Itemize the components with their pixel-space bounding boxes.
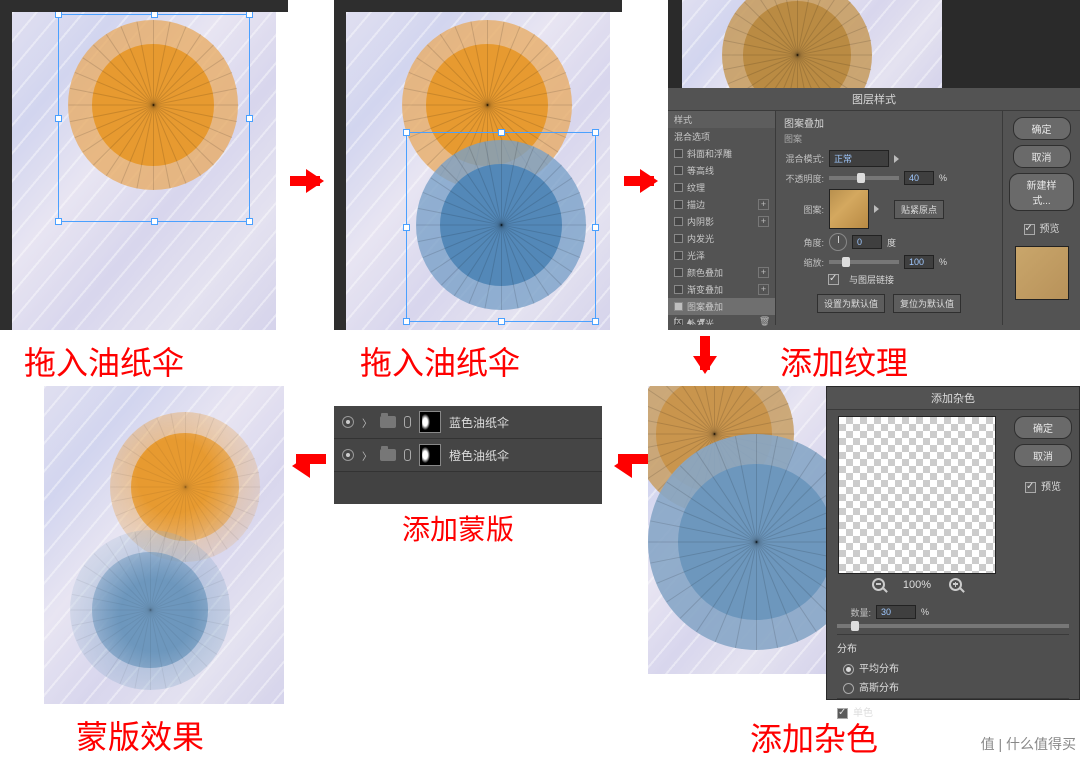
- fx-texture[interactable]: 纹理: [668, 179, 775, 196]
- expand-icon[interactable]: 〉: [362, 415, 372, 430]
- section-sub: 图案: [784, 132, 994, 145]
- dropdown-icon[interactable]: [874, 205, 879, 213]
- arrow-left-icon: [618, 454, 648, 464]
- link-layer-checkbox[interactable]: [828, 274, 839, 285]
- arrow-right-icon: [624, 176, 654, 186]
- fx-icon[interactable]: fx: [674, 316, 681, 325]
- arrow-down-icon: [700, 336, 710, 370]
- selection-box[interactable]: [58, 14, 250, 222]
- preview-checkbox[interactable]: [1024, 224, 1035, 235]
- arrow-up-icon[interactable]: ▲: [685, 316, 694, 325]
- angle-label: 角度:: [784, 236, 824, 249]
- amount-input[interactable]: 30: [876, 605, 916, 619]
- selection-box[interactable]: [406, 132, 596, 322]
- ok-button[interactable]: 确定: [1014, 416, 1072, 439]
- preview-checkbox[interactable]: [1025, 482, 1036, 493]
- canvas-step2[interactable]: [346, 12, 610, 330]
- caption-step4: 蒙版效果: [76, 712, 204, 758]
- fx-satin[interactable]: 光泽: [668, 247, 775, 264]
- folder-icon: [380, 449, 396, 461]
- make-default-button[interactable]: 设置为默认值: [817, 294, 885, 313]
- snap-origin-button[interactable]: 贴紧原点: [894, 200, 944, 219]
- caption-step2: 拖入油纸伞: [360, 338, 520, 384]
- dialog-title: 添加杂色: [827, 387, 1079, 410]
- preview-swatch: [1015, 246, 1069, 300]
- ruler-top: [0, 0, 288, 12]
- trash-icon[interactable]: 🗑: [759, 316, 770, 325]
- fx-inner-shadow[interactable]: 内阴影+: [668, 213, 775, 230]
- link-icon: [404, 449, 411, 461]
- ruler-top: [334, 0, 622, 12]
- angle-input[interactable]: 0: [852, 235, 882, 249]
- arrow-right-icon: [290, 176, 320, 186]
- blend-options[interactable]: 混合选项: [668, 128, 775, 145]
- amount-label: 数量:: [837, 606, 871, 619]
- visibility-icon[interactable]: [342, 449, 354, 461]
- ok-button[interactable]: 确定: [1013, 117, 1071, 140]
- fx-stroke[interactable]: 描边+: [668, 196, 775, 213]
- dropdown-icon[interactable]: [894, 155, 899, 163]
- mask-thumbnail[interactable]: [419, 411, 441, 433]
- fx-pattern-overlay[interactable]: 图案叠加: [668, 298, 775, 315]
- canvas-step1[interactable]: [12, 12, 276, 330]
- caption-step5: 添加蒙版: [402, 508, 514, 548]
- layer-name[interactable]: 橙色油纸伞: [449, 447, 509, 464]
- section-title: 图案叠加: [784, 115, 994, 130]
- canvas-result: [44, 386, 284, 704]
- pattern-label: 图案:: [784, 203, 824, 216]
- fx-color-overlay[interactable]: 颜色叠加+: [668, 264, 775, 281]
- pattern-swatch[interactable]: [829, 189, 869, 229]
- gaussian-radio[interactable]: [843, 683, 854, 694]
- angle-dial[interactable]: [829, 233, 847, 251]
- arrow-down-icon[interactable]: ▼: [698, 316, 707, 325]
- dialog-title: 图层样式: [668, 88, 1080, 111]
- fx-contour[interactable]: 等高线: [668, 162, 775, 179]
- layer-row-blue[interactable]: 〉 蓝色油纸伞: [334, 406, 602, 439]
- blend-mode-select[interactable]: 正常: [829, 150, 889, 167]
- opacity-label: 不透明度:: [784, 172, 824, 185]
- ruler-left: [0, 0, 12, 330]
- caption-step3: 添加纹理: [780, 338, 908, 384]
- canvas-noise: [648, 386, 826, 674]
- uniform-radio[interactable]: [843, 664, 854, 675]
- folder-icon: [380, 416, 396, 428]
- caption-step1: 拖入油纸伞: [24, 338, 184, 384]
- noise-preview: [838, 416, 996, 574]
- caption-step6: 添加杂色: [750, 714, 878, 760]
- mask-thumbnail[interactable]: [419, 444, 441, 466]
- zoom-out-icon[interactable]: [872, 578, 885, 591]
- layers-panel[interactable]: 〉 蓝色油纸伞 〉 橙色油纸伞: [334, 406, 602, 504]
- blend-mode-label: 混合模式:: [784, 152, 824, 165]
- blue-umbrella-masked: [70, 530, 230, 690]
- reset-default-button[interactable]: 复位为默认值: [893, 294, 961, 313]
- visibility-icon[interactable]: [342, 416, 354, 428]
- amount-slider[interactable]: [837, 624, 1069, 628]
- add-noise-dialog[interactable]: 添加杂色 100% 确定 取消 预览 数量: 30 %: [826, 386, 1080, 700]
- cancel-button[interactable]: 取消: [1014, 444, 1072, 467]
- fx-bevel[interactable]: 斜面和浮雕: [668, 145, 775, 162]
- opacity-input[interactable]: 40: [904, 171, 934, 185]
- scale-slider[interactable]: [829, 260, 899, 264]
- fx-inner-glow[interactable]: 内发光: [668, 230, 775, 247]
- styles-header[interactable]: 样式: [668, 111, 775, 128]
- cancel-button[interactable]: 取消: [1013, 145, 1071, 168]
- zoom-in-icon[interactable]: [949, 578, 962, 591]
- layer-style-dialog[interactable]: 图层样式 样式 混合选项 斜面和浮雕 等高线 纹理 描边+ 内阴影+ 内发光 光…: [668, 88, 1080, 330]
- zoom-value: 100%: [903, 579, 931, 591]
- scale-label: 缩放:: [784, 256, 824, 269]
- layer-name[interactable]: 蓝色油纸伞: [449, 414, 509, 431]
- ruler-left: [334, 0, 346, 330]
- expand-icon[interactable]: 〉: [362, 448, 372, 463]
- watermark: 值 | 什么值得买: [981, 734, 1076, 754]
- scale-input[interactable]: 100: [904, 255, 934, 269]
- layer-row-orange[interactable]: 〉 橙色油纸伞: [334, 439, 602, 472]
- arrow-left-icon: [296, 454, 326, 464]
- opacity-slider[interactable]: [829, 176, 899, 180]
- fx-gradient-overlay[interactable]: 渐变叠加+: [668, 281, 775, 298]
- link-icon: [404, 416, 411, 428]
- canvas-peek: [682, 0, 942, 88]
- new-style-button[interactable]: 新建样式...: [1009, 173, 1074, 211]
- distribution-label: 分布: [837, 637, 1069, 658]
